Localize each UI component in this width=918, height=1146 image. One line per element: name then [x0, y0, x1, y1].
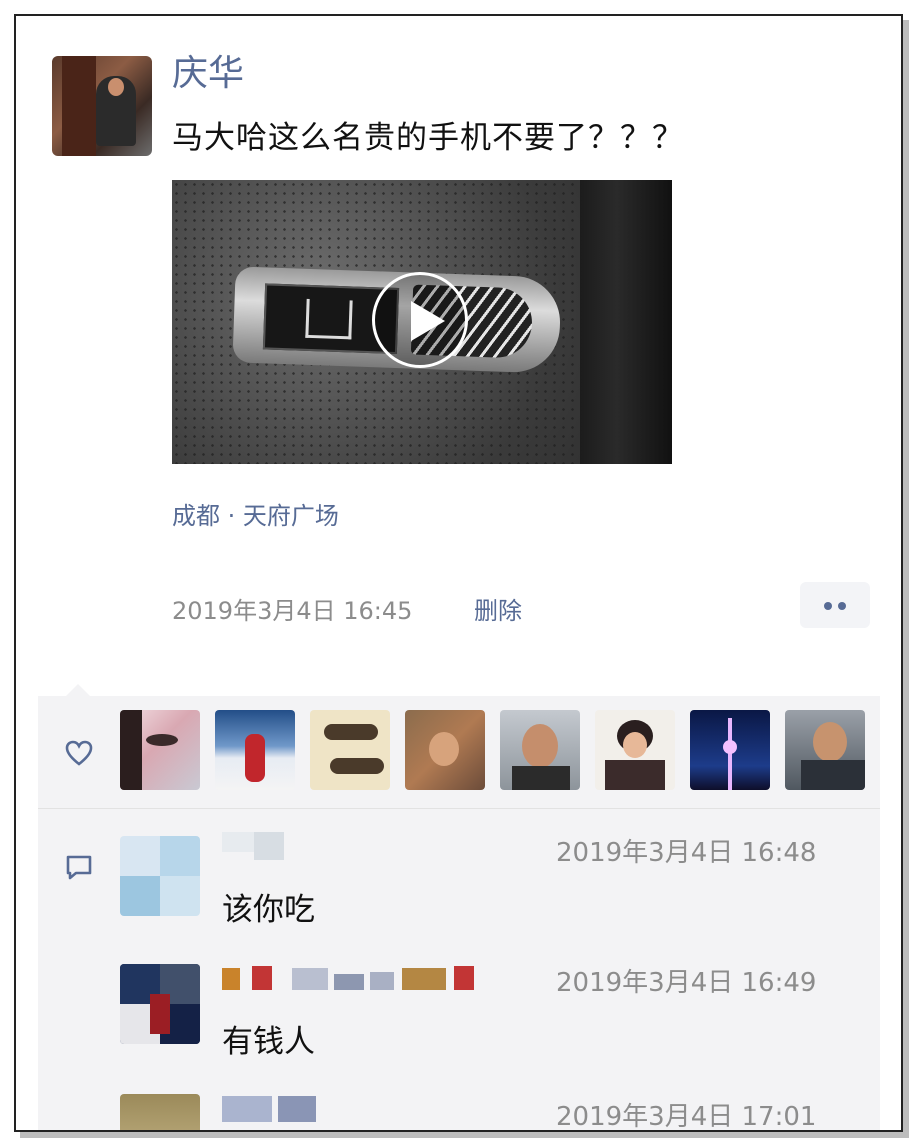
speech-bubble-icon — [66, 855, 92, 880]
comment-time: 2019年3月4日 16:49 — [556, 968, 817, 998]
comment-text: 该你吃 — [222, 892, 315, 928]
play-icon[interactable] — [372, 272, 468, 368]
post-time: 2019年3月4日 16:45 — [172, 597, 413, 625]
author-avatar[interactable] — [52, 56, 152, 156]
comment-text: 有钱人 — [222, 1024, 315, 1060]
commenter-name[interactable] — [222, 1096, 316, 1122]
more-actions-button[interactable] — [800, 582, 870, 628]
commenter-avatar[interactable] — [120, 1094, 200, 1130]
commenter-name[interactable] — [222, 966, 508, 992]
comment-time: 2019年3月4日 16:48 — [556, 838, 817, 868]
post-text: 马大哈这么名贵的手机不要了？？？ — [172, 120, 684, 156]
video-thumbnail[interactable] — [172, 180, 672, 464]
heart-outline-icon — [65, 740, 93, 766]
panel-arrow — [66, 684, 90, 696]
like-avatar[interactable] — [690, 710, 770, 790]
frame-shadow-bottom — [20, 1132, 909, 1138]
two-dots-icon — [824, 602, 832, 610]
author-name[interactable]: 庆华 — [172, 44, 244, 96]
frame-shadow — [903, 20, 909, 1136]
comment-time: 2019年3月4日 17:01 — [556, 1102, 817, 1132]
like-avatar[interactable] — [310, 710, 390, 790]
like-avatar[interactable] — [405, 710, 485, 790]
moments-post-card: 庆华 马大哈这么名贵的手机不要了？？？ 成都 · 天府广场 2019年3月4日 … — [14, 14, 903, 1132]
delete-button[interactable]: 删除 — [474, 591, 522, 626]
like-avatar[interactable] — [215, 710, 295, 790]
commenter-name[interactable] — [222, 832, 284, 860]
two-dots-icon — [838, 602, 846, 610]
like-avatar[interactable] — [785, 710, 865, 790]
like-avatar[interactable] — [500, 710, 580, 790]
like-avatar[interactable] — [120, 710, 200, 790]
commenter-avatar[interactable] — [120, 836, 200, 916]
location-link[interactable]: 成都 · 天府广场 — [172, 496, 339, 531]
panel-divider — [38, 808, 880, 809]
commenter-avatar[interactable] — [120, 964, 200, 1044]
like-avatar[interactable] — [595, 710, 675, 790]
